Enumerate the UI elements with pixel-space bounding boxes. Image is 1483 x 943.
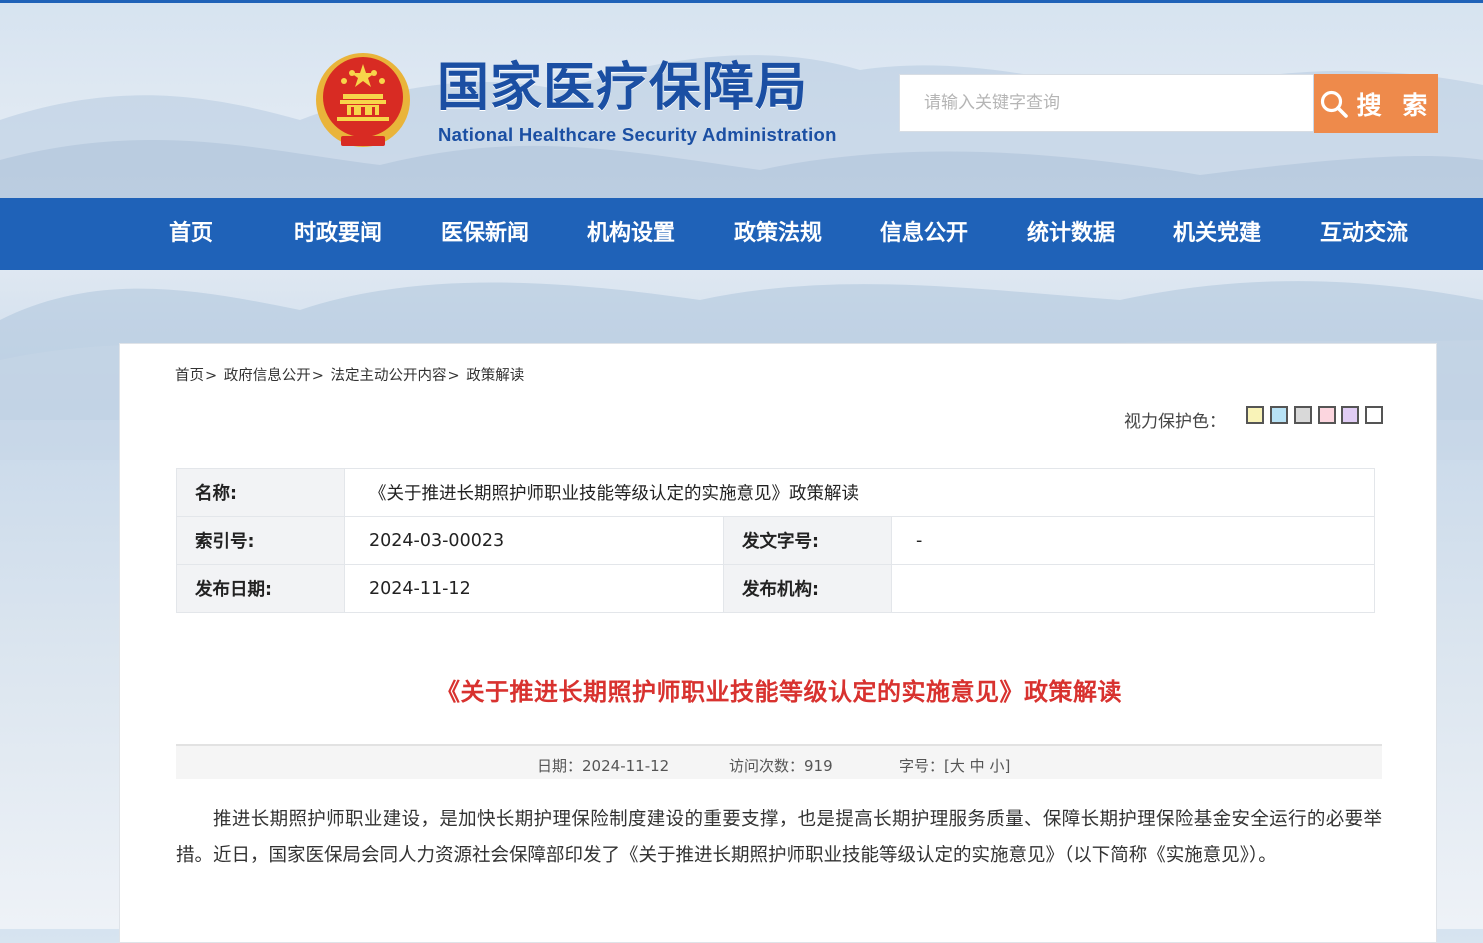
breadcrumb: 首页> 政府信息公开> 法定主动公开内容> 政策解读 <box>175 364 524 385</box>
eye-color-swatch-purple[interactable] <box>1341 406 1359 424</box>
search-input[interactable] <box>900 75 1313 131</box>
search-button-label: 搜 索 <box>1356 90 1434 120</box>
info-docno-label: 发文字号: <box>723 516 892 565</box>
info-docno-value: - <box>891 516 1375 565</box>
nav-item-interaction[interactable]: 互动交流 <box>1320 198 1408 270</box>
breadcrumb-separator: > <box>311 368 324 384</box>
meta-date-value: 2024-11-12 <box>582 757 670 775</box>
article-meta-bar: 日期：2024-11-12 访问次数：919 字号：[大 中 小] <box>176 744 1382 779</box>
meta-date-label: 日期： <box>537 757 583 775</box>
nav-item-organization[interactable]: 机构设置 <box>587 198 675 270</box>
info-date-label: 发布日期: <box>176 564 345 613</box>
meta-font-size-label: 字号：[ <box>899 757 950 775</box>
article-title: 《关于推进长期照护师职业技能等级认定的实施意见》政策解读 <box>436 678 1122 706</box>
info-name-value: 《关于推进长期照护师职业技能等级认定的实施意见》政策解读 <box>344 468 1375 517</box>
meta-date: 日期：2024-11-12 <box>537 755 669 776</box>
breadcrumb-home[interactable]: 首页 <box>175 368 204 384</box>
info-index-value: 2024-03-00023 <box>344 516 724 565</box>
breadcrumb-policy-interpretation[interactable]: 政策解读 <box>466 368 524 384</box>
search-box <box>899 74 1313 132</box>
font-size-medium-button[interactable]: 中 <box>970 757 985 775</box>
eye-protection-label: 视力保护色： <box>1124 412 1226 432</box>
top-accent-line <box>0 0 1483 3</box>
meta-visits-label: 访问次数： <box>729 757 805 775</box>
info-name-label: 名称: <box>176 468 345 517</box>
meta-visits-value: 919 <box>804 757 833 775</box>
info-date-value: 2024-11-12 <box>344 564 724 613</box>
search-button[interactable]: 搜 索 <box>1314 74 1438 133</box>
nav-item-news-politics[interactable]: 时政要闻 <box>294 198 382 270</box>
eye-color-swatch-white[interactable] <box>1365 406 1383 424</box>
nav-item-home[interactable]: 首页 <box>169 198 213 270</box>
meta-visits: 访问次数：919 <box>729 755 833 776</box>
breadcrumb-gov-info[interactable]: 政府信息公开 <box>224 368 311 384</box>
font-size-small-button[interactable]: 小 <box>989 757 1004 775</box>
search-icon <box>1320 90 1348 118</box>
info-index-label: 索引号: <box>176 516 345 565</box>
document-info-table: 名称: 《关于推进长期照护师职业技能等级认定的实施意见》政策解读 索引号: 20… <box>176 468 1375 613</box>
site-title: 国家医疗保障局 <box>437 57 809 118</box>
eye-color-swatch-pink[interactable] <box>1318 406 1336 424</box>
meta-font-size-close: ] <box>1004 757 1011 775</box>
nav-item-statistics[interactable]: 统计数据 <box>1027 198 1115 270</box>
info-org-value <box>891 564 1375 613</box>
nav-item-medical-news[interactable]: 医保新闻 <box>441 198 529 270</box>
nav-item-party-building[interactable]: 机关党建 <box>1173 198 1261 270</box>
meta-font-size: 字号：[大 中 小] <box>899 755 1010 776</box>
nav-item-policies[interactable]: 政策法规 <box>734 198 822 270</box>
breadcrumb-separator: > <box>205 368 218 384</box>
breadcrumb-disclosure[interactable]: 法定主动公开内容 <box>331 368 447 384</box>
font-size-large-button[interactable]: 大 <box>950 757 965 775</box>
eye-color-swatch-yellow[interactable] <box>1246 406 1264 424</box>
eye-color-swatch-gray[interactable] <box>1294 406 1312 424</box>
content-panel: 首页> 政府信息公开> 法定主动公开内容> 政策解读 视力保护色： 名称: 《关… <box>119 343 1437 943</box>
site-title-english: National Healthcare Security Administrat… <box>438 124 837 145</box>
article-paragraph: 推进长期照护师职业建设，是加快长期护理保险制度建设的重要支撑，也是提高长期护理服… <box>176 809 1382 866</box>
main-nav: 首页 时政要闻 医保新闻 机构设置 政策法规 信息公开 统计数据 机关党建 互动… <box>0 198 1483 270</box>
info-org-label: 发布机构: <box>723 564 892 613</box>
breadcrumb-separator: > <box>447 368 460 384</box>
nav-item-info-disclosure[interactable]: 信息公开 <box>880 198 968 270</box>
national-emblem-icon <box>316 53 410 147</box>
eye-color-swatch-blue[interactable] <box>1270 406 1288 424</box>
